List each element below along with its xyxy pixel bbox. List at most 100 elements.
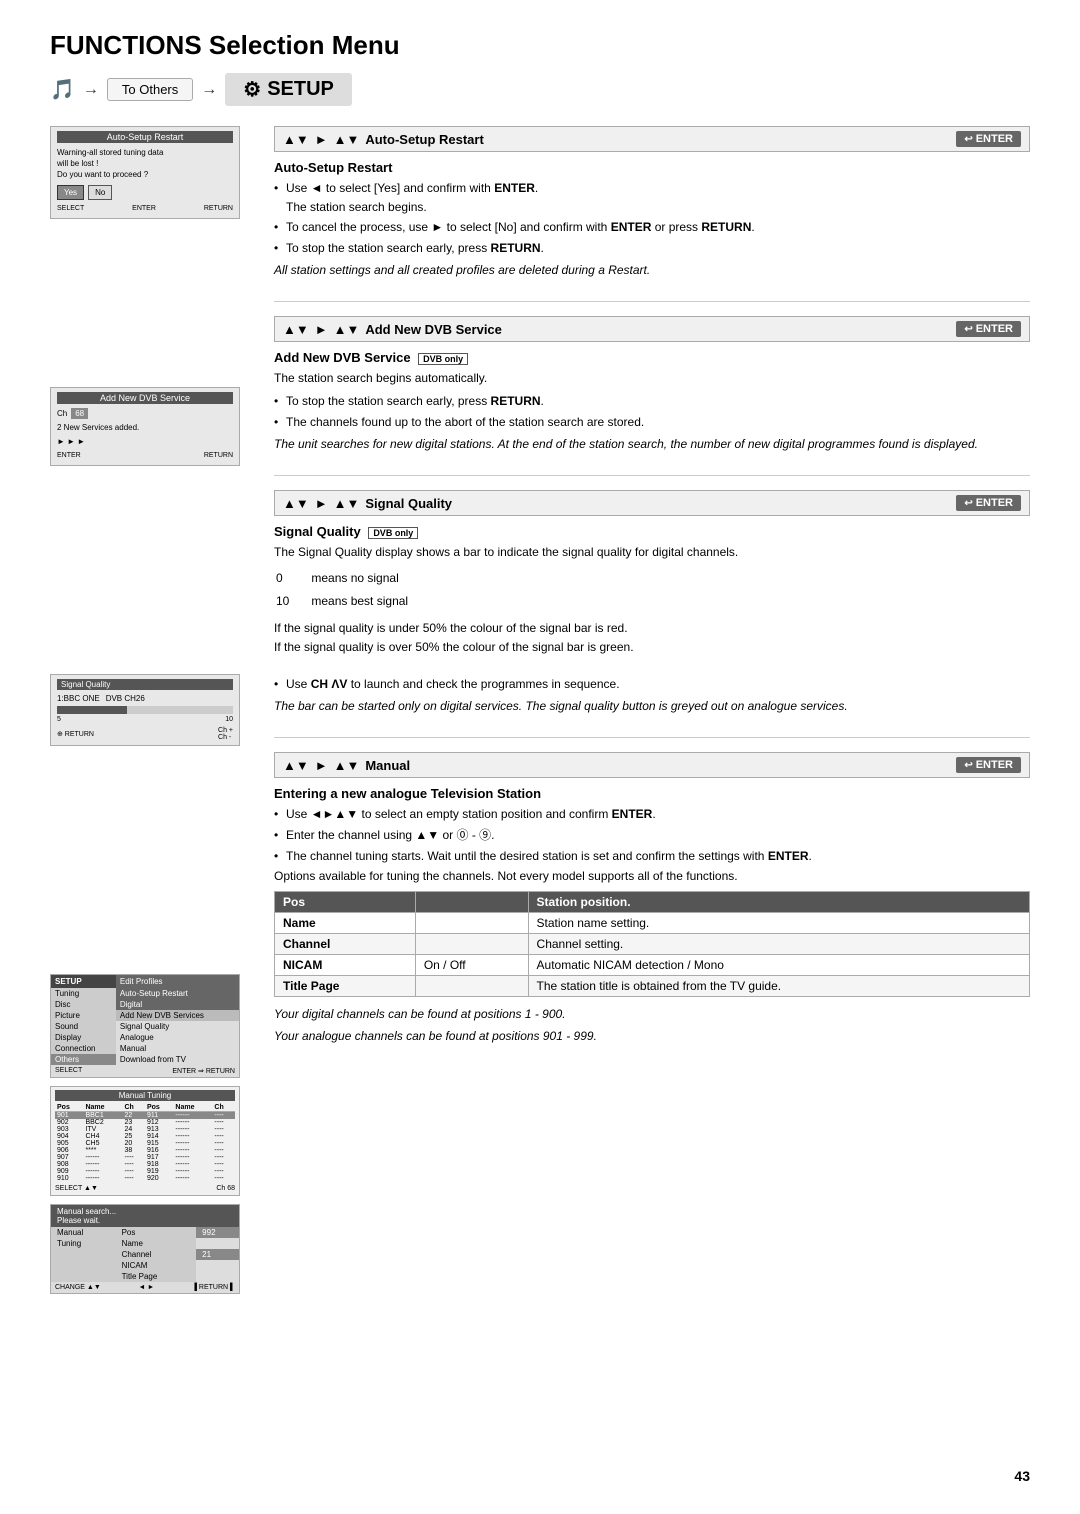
ms-left-empty2 — [51, 1260, 116, 1271]
dvb-italic: The unit searches for new digital statio… — [274, 435, 1030, 453]
options-row-channel: Channel Channel setting. — [275, 934, 1030, 955]
auto-setup-title: Auto-Setup Restart — [274, 160, 1030, 175]
signal-nums: 5 10 — [57, 716, 233, 723]
divider-2 — [274, 475, 1030, 476]
tuning-row-4: 904CH425914---------- — [55, 1133, 235, 1140]
auto-setup-section: ▲▼ ► ▲▼ Auto-Setup Restart ↩ ENTER Auto-… — [274, 126, 1030, 279]
manual-enter: ↩ ENTER — [956, 757, 1021, 773]
tuning-bottom: SELECT ▲▼ Ch 68 — [55, 1185, 235, 1192]
setup-right-digital: Digital — [116, 999, 239, 1010]
signal-bar — [57, 706, 127, 714]
manual-search-screen: Manual search...Please wait. Manual Pos … — [50, 1204, 240, 1294]
auto-setup-buttons: Yes No — [57, 185, 233, 200]
tuning-row-9: 909----------919---------- — [55, 1168, 235, 1175]
ms-nicam-label: NICAM — [116, 1260, 197, 1271]
ms-right-pos-label: Pos — [116, 1227, 197, 1238]
dvb-nav: ▲▼ ► ▲▼ Add New DVB Service ↩ ENTER — [274, 316, 1030, 342]
tuning-row-7: 907----------917---------- — [55, 1154, 235, 1161]
tuning-row-2: 902BBC223912---------- — [55, 1119, 235, 1126]
setup-right-auto: Auto-Setup Restart — [116, 988, 239, 999]
options-row-nicam: NICAM On / Off Automatic NICAM detection… — [275, 955, 1030, 976]
nav-triangle-1: ► — [315, 132, 328, 147]
signal-bar-container — [57, 706, 233, 714]
signal-desc: The Signal Quality display shows a bar t… — [274, 543, 1030, 693]
dvb-section: ▲▼ ► ▲▼ Add New DVB Service ↩ ENTER Add … — [274, 316, 1030, 453]
dvb-badge-1: DVB only — [418, 353, 468, 365]
ms-left-tuning: Tuning — [51, 1238, 116, 1249]
tuning-row-10: 910----------920---------- — [55, 1175, 235, 1182]
setup-right-dvb: Add New DVB Services — [116, 1010, 239, 1021]
yes-button[interactable]: Yes — [57, 185, 84, 200]
options-table: Pos Station position. Name Station name … — [274, 891, 1030, 997]
auto-setup-screen-bottom: SELECT ENTER RETURN — [57, 204, 233, 214]
tuning-screen: Manual Tuning Pos Name Ch Pos Name Ch 90… — [50, 1086, 240, 1196]
signal-quality-section: ▲▼ ► ▲▼ Signal Quality ↩ ENTER Signal Qu… — [274, 490, 1030, 715]
signal-line-2: If the signal quality is over 50% the co… — [274, 638, 1030, 657]
signal-dvb-badge: DVB only — [368, 527, 418, 539]
signal-quality-screen: Signal Quality 1:BBC ONE DVB CH26 5 10 ⊕… — [50, 674, 240, 746]
signal-screen-channel: 1:BBC ONE DVB CH26 — [57, 694, 233, 703]
auto-setup-enter: ↩ ENTER — [956, 131, 1021, 147]
signal-italic: The bar can be started only on digital s… — [274, 697, 1030, 715]
setup-right-analogue: Analogue — [116, 1032, 239, 1043]
auto-setup-warning: Warning-all stored tuning data will be l… — [57, 147, 233, 181]
tuning-col-ch1: Ch — [122, 1104, 145, 1112]
left-column: Auto-Setup Restart Warning-all stored tu… — [50, 126, 250, 1294]
ms-channel-label: Channel — [116, 1249, 197, 1260]
setup-right-manual: Manual — [116, 1043, 239, 1054]
no-button[interactable]: No — [88, 185, 112, 200]
breadcrumb-arrow-1: → — [83, 81, 99, 99]
spacer-2 — [50, 474, 250, 674]
music-icon: 🎵 — [50, 77, 75, 102]
ms-name-value — [196, 1238, 239, 1249]
dvb-title: Add New DVB Service DVB only — [274, 350, 1030, 365]
tuning-col-pos2: Pos — [145, 1104, 173, 1112]
signal-bottom: ⊕ RETURN Ch + Ch - — [57, 727, 233, 741]
ms-pos-value: 992 — [196, 1227, 239, 1238]
breadcrumb-others: Auto-Setup Restart To Others — [107, 78, 193, 101]
setup-menu-screen: SETUP Edit Profiles Tuning Auto-Setup Re… — [50, 974, 240, 1078]
dvb-nav-arrows-1: ▲▼ — [283, 322, 309, 337]
signal-nav-label: Signal Quality — [365, 496, 950, 511]
auto-setup-desc: Use ◄ to select [Yes] and confirm with E… — [274, 179, 1030, 257]
dvb-ch-row: Ch 68 — [57, 408, 233, 419]
dvb-nav-arrows-2: ▲▼ — [334, 322, 360, 337]
manual-search-table: Manual Pos 992 Tuning Name Channel 21 NI… — [51, 1227, 239, 1282]
setup-menu-header: SETUP — [51, 975, 116, 988]
tuning-screen-title: Manual Tuning — [55, 1090, 235, 1101]
signal-quality-values: 0 means no signal 10 means best signal — [274, 566, 430, 615]
tuning-row-8: 908----------918---------- — [55, 1161, 235, 1168]
setup-menu-edit-profiles: Edit Profiles — [116, 975, 239, 988]
manual-search-title: Manual search...Please wait. — [51, 1205, 239, 1227]
page-number: 43 — [1014, 1468, 1030, 1484]
dvb-service-screen: Add New DVB Service Ch 68 2 New Services… — [50, 387, 240, 466]
spacer-1 — [50, 227, 250, 387]
setup-item-sound: Sound — [51, 1021, 116, 1032]
setup-label: SETUP — [267, 78, 334, 101]
right-column: ▲▼ ► ▲▼ Auto-Setup Restart ↩ ENTER Auto-… — [274, 126, 1030, 1294]
breadcrumb: 🎵 → Auto-Setup Restart To Others → ⚙ SET… — [50, 73, 1030, 106]
manual-nav-arrows-2: ▲▼ — [334, 758, 360, 773]
tuning-table: Pos Name Ch Pos Name Ch 901BBC122911----… — [55, 1104, 235, 1182]
analogue-positions: Your analogue channels can be found at p… — [274, 1027, 1030, 1045]
auto-setup-italic: All station settings and all created pro… — [274, 261, 1030, 279]
tuning-col-pos1: Pos — [55, 1104, 83, 1112]
auto-setup-screen: Auto-Setup Restart Warning-all stored tu… — [50, 126, 240, 219]
dvb-service-screen-content: Ch 68 2 New Services added. ► ► ► ENTER … — [57, 408, 233, 461]
auto-setup-nav-label: Auto-Setup Restart — [365, 132, 950, 147]
tuning-col-name1: Name — [83, 1104, 122, 1112]
page-title: FUNCTIONS Selection Menu — [50, 30, 1030, 61]
signal-screen-title: Signal Quality — [57, 679, 233, 690]
signal-title: Signal Quality DVB only — [274, 524, 1030, 539]
ms-name-label: Name — [116, 1238, 197, 1249]
setup-screen-bottom: SELECT ENTER ⇒ RETURN — [51, 1065, 239, 1077]
divider-1 — [274, 301, 1030, 302]
spacer-3 — [50, 754, 250, 974]
options-row-titlepage: Title Page The station title is obtained… — [275, 976, 1030, 997]
digital-positions: Your digital channels can be found at po… — [274, 1005, 1030, 1023]
auto-setup-screen-content: Warning-all stored tuning data will be l… — [57, 147, 233, 214]
ms-titlepage-value — [196, 1271, 239, 1282]
tuning-row-1: 901BBC122911---------- — [55, 1111, 235, 1119]
options-col-empty — [415, 892, 528, 913]
nav-arrows-2: ▲▼ — [334, 132, 360, 147]
